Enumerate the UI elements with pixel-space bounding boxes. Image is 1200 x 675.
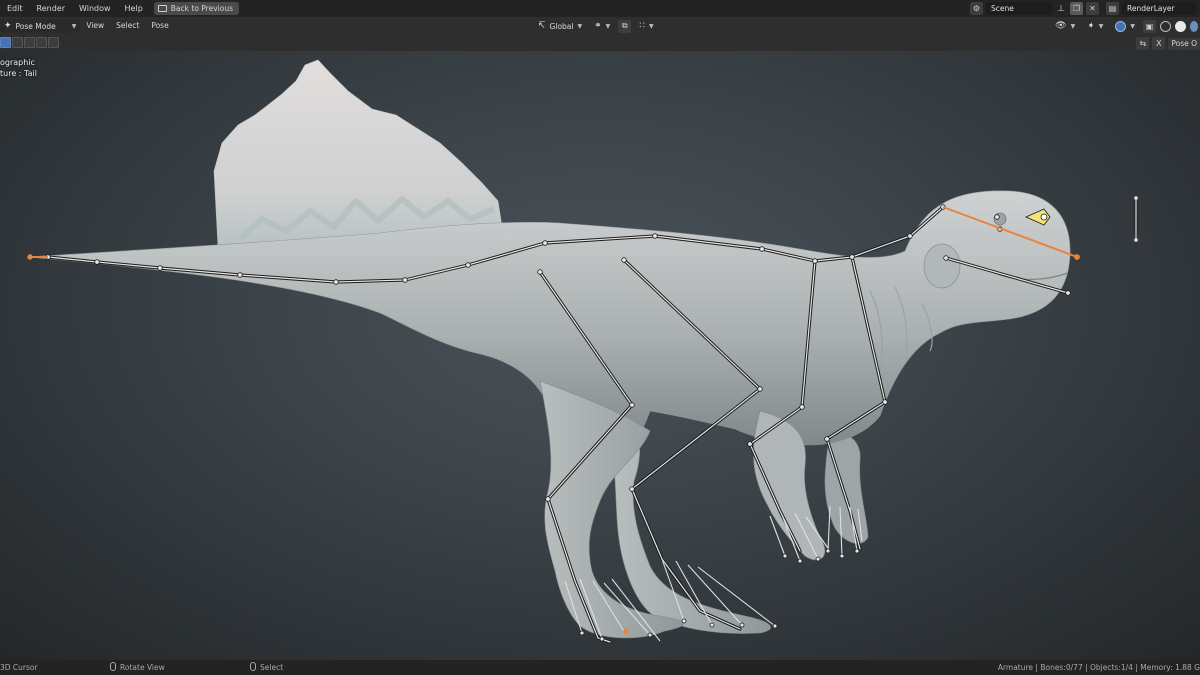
top-menu-bar: Edit Render Window Help Back to Previous… [0,0,1200,17]
snap-dropdown[interactable]: ∷ ▼ [635,19,657,33]
mode-selector[interactable]: ✦ Pose Mode ▼ [0,19,81,33]
pin-icon[interactable]: ⊥ [1055,3,1067,15]
pose-options-group: ⇆ X Pose O [1136,37,1200,50]
viewport-display-tools: 👁 ▼ ➧ ▼ ▼ ▣ [1051,17,1200,35]
chevron-down-icon: ▼ [1130,22,1135,30]
transform-tools: ↸ Global ▼ ⚭ ▼ ⧉ ∷ ▼ [534,17,658,35]
orientation-label: Global [549,21,574,31]
mouse-left-icon [250,662,256,671]
chevron-down-icon: ▼ [577,22,583,30]
scene-statistics: Armature | Bones:0/77 | Objects:1/4 | Me… [997,663,1200,672]
chevron-down-icon: ▼ [1098,22,1104,30]
menu-view[interactable]: View [80,17,110,35]
back-to-previous-button[interactable]: Back to Previous [153,2,239,15]
gizmo-icon: ➧ [1087,21,1095,31]
menu-render[interactable]: Render [30,0,72,17]
render-layer-icon[interactable]: ▤ [1106,2,1119,15]
scene-controls: ⚙ Scene ⊥ ❐ ✕ ▤ RenderLayer [970,0,1200,17]
detached-bone [1134,196,1138,242]
menu-help[interactable]: Help [118,0,150,17]
select-label: Select [260,663,284,672]
transform-orientation-dropdown[interactable]: ↸ Global ▼ [534,19,586,33]
select-intersect-icon[interactable] [48,37,59,48]
viewport-header: ✦ Pose Mode ▼ View Select Pose ↸ Global … [0,17,1200,35]
status-hint-3d-cursor: 3D Cursor [0,663,38,672]
selection-mode-group [0,37,59,48]
menu-edit[interactable]: Edit [0,0,30,17]
menu-pose[interactable]: Pose [145,17,174,35]
x-axis-toggle[interactable]: X [1152,37,1166,50]
select-new-icon[interactable] [0,37,11,48]
mirror-x-icon[interactable]: ⇆ [1136,37,1150,50]
xray-toggle-icon[interactable]: ▣ [1143,19,1156,33]
screen-icon [157,5,167,12]
orientation-icon: ↸ [538,21,546,31]
pose-mode-icon: ✦ [4,21,12,31]
ear-frill [923,243,961,289]
tool-header: ⇆ X Pose O [0,35,1200,51]
pivot-dropdown[interactable]: ⚭ ▼ [590,19,614,33]
visibility-dropdown[interactable]: 👁 ▼ [1051,19,1079,33]
select-invert-icon[interactable] [36,37,47,48]
chevron-down-icon: ▼ [605,22,611,30]
chevron-down-icon: ▼ [1070,22,1076,30]
wireframe-shading-icon[interactable] [1160,20,1171,32]
snap-grid-icon: ∷ [639,21,646,31]
overlays-dropdown[interactable]: ▼ [1111,19,1139,33]
menu-select[interactable]: Select [110,17,145,35]
overlays-icon [1115,20,1127,32]
back-to-previous-label: Back to Previous [170,4,233,13]
render-layer-field[interactable]: RenderLayer [1122,2,1196,15]
scene-selector-icon[interactable]: ⚙ [970,2,983,15]
3d-viewport[interactable]: ographic ture : Tail [0,51,1200,660]
mouse-middle-icon [110,662,116,671]
pose-options-label[interactable]: Pose O [1168,37,1200,50]
new-scene-icon[interactable]: ❐ [1070,2,1083,15]
chevron-down-icon: ▼ [649,22,654,30]
pivot-icon: ⚭ [594,21,602,31]
mode-label: Pose Mode [15,21,56,31]
select-extend-icon[interactable] [12,37,23,48]
status-hint-rotate: Rotate View [110,660,165,675]
menu-window[interactable]: Window [72,0,118,17]
snap-toggle-icon[interactable]: ⧉ [618,19,632,33]
rotate-view-label: Rotate View [120,663,165,672]
status-hint-select: Select [250,660,283,675]
gizmo-dropdown[interactable]: ➧ ▼ [1083,19,1107,33]
scene-name-field[interactable]: Scene [986,2,1052,15]
status-bar: 3D Cursor Rotate View Select Armature | … [0,660,1200,675]
delete-scene-icon[interactable]: ✕ [1086,2,1099,15]
eye-icon: 👁 [1055,21,1067,31]
material-shading-icon[interactable] [1190,20,1198,32]
dinosaur-scene [27,59,1138,644]
chevron-down-icon: ▼ [71,22,77,30]
select-subtract-icon[interactable] [24,37,35,48]
solid-shading-icon[interactable] [1175,20,1186,32]
